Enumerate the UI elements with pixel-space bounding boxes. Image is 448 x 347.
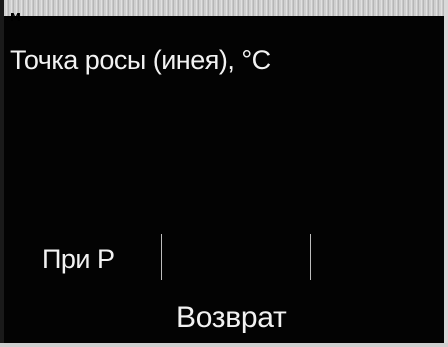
pressure-label: При P — [42, 244, 115, 274]
corner-mark: M — [10, 11, 21, 24]
display-frame-left — [0, 0, 4, 347]
pressure-input-field[interactable] — [161, 234, 311, 280]
page-title: Точка росы (инея), °C — [10, 45, 271, 75]
instrument-display: M Точка росы (инея), °C При P Возврат — [0, 0, 448, 347]
back-button[interactable]: Возврат — [176, 300, 287, 336]
display-frame-top — [0, 0, 448, 16]
display-frame-right — [444, 0, 448, 347]
display-frame-bottom — [0, 343, 448, 347]
